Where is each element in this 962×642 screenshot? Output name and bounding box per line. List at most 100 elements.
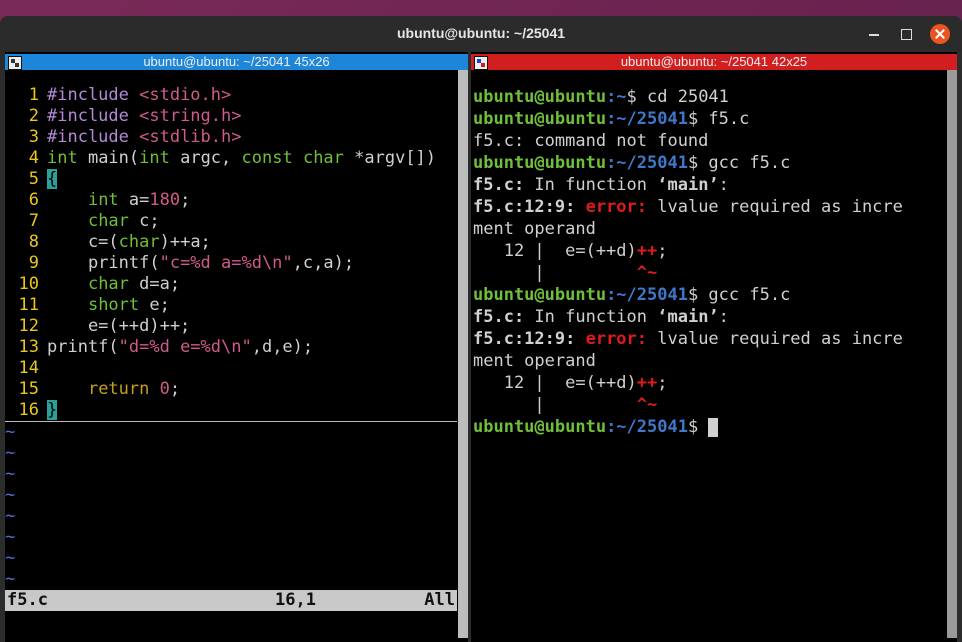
line-number: 7 bbox=[28, 211, 39, 231]
type: int bbox=[87, 190, 119, 210]
caret-gutter: | bbox=[473, 263, 637, 283]
code-line: 12 e=(++d)++; bbox=[5, 316, 457, 337]
code-line: 13 printf("d=%d e=%d\n",d,e); bbox=[5, 337, 457, 358]
code-line: 4 int main(int argc, const char *argv[]) bbox=[5, 148, 457, 169]
output-line: | ^~ bbox=[473, 394, 943, 416]
output-line: f5.c:12:9: error: lvalue required as inc… bbox=[473, 328, 943, 350]
terminal-cursor bbox=[708, 417, 719, 437]
left-terminal-pane[interactable]: ubuntu@ubuntu: ~/25041 45x26 1 #include <… bbox=[5, 52, 468, 642]
header-name: <stdlib.h> bbox=[139, 127, 242, 147]
error-location: f5.c:12:9: bbox=[473, 197, 576, 217]
code-line: 15 return 0; bbox=[5, 379, 457, 400]
empty-line-tilde: ~ bbox=[5, 569, 16, 589]
output-line: f5.c: command not found bbox=[473, 131, 709, 151]
code-text: argc, bbox=[169, 148, 242, 168]
output-line: f5.c: In function ‘main’: bbox=[473, 306, 943, 328]
line-number: 13 bbox=[18, 337, 39, 357]
code-line-current: 16} bbox=[5, 400, 457, 422]
error-message: lvalue required as incre bbox=[647, 329, 903, 349]
source-highlight: ++ bbox=[636, 241, 658, 261]
keyword: return bbox=[87, 379, 150, 399]
diag-text: In function bbox=[524, 307, 658, 327]
command: $ bbox=[687, 417, 709, 437]
right-terminal-pane[interactable]: ubuntu@ubuntu: ~/25041 42x25 ubuntu@ubun… bbox=[471, 52, 957, 642]
code-line: 1 #include <stdio.h> bbox=[5, 85, 457, 106]
string: "d=%d e=%d\n" bbox=[118, 337, 252, 357]
caret-marker: ^~ bbox=[636, 263, 658, 283]
window-title: ubuntu@ubuntu: ~/25041 bbox=[396, 25, 566, 41]
code-text: *argv[]) bbox=[343, 148, 437, 168]
prompt-path: :~ bbox=[606, 87, 627, 107]
line-number: 1 bbox=[28, 85, 39, 105]
caret-marker: ^~ bbox=[636, 395, 658, 415]
source-highlight: ++ bbox=[636, 373, 658, 393]
vim-status-line: f5.c 16,1 All bbox=[5, 590, 457, 611]
code-line: 11 short e; bbox=[5, 295, 457, 316]
code-line: 14 bbox=[5, 358, 457, 379]
code-text: ,c,a); bbox=[292, 253, 355, 273]
empty-line-tilde: ~ bbox=[5, 527, 16, 547]
error-location: f5.c:12:9: bbox=[473, 329, 576, 349]
left-pane-header[interactable]: ubuntu@ubuntu: ~/25041 45x26 bbox=[5, 54, 468, 70]
line-number: 9 bbox=[28, 253, 39, 273]
code-line: 6 int a=180; bbox=[5, 190, 457, 211]
code-text: e; bbox=[139, 295, 170, 315]
line-number: 8 bbox=[28, 232, 39, 252]
right-pane-header[interactable]: ubuntu@ubuntu: ~/25041 42x25 bbox=[471, 54, 957, 70]
line-number: 12 bbox=[18, 316, 39, 336]
prompt-user: ubuntu@ubuntu bbox=[473, 417, 607, 437]
type: char bbox=[87, 211, 129, 231]
error-label: error: bbox=[575, 329, 648, 349]
string: "c=%d a=%d\n" bbox=[159, 253, 293, 273]
status-scroll: All bbox=[424, 590, 455, 610]
empty-line-tilde: ~ bbox=[5, 422, 16, 442]
text-cursor: } bbox=[47, 400, 58, 420]
line-number: 11 bbox=[18, 295, 39, 315]
diag-file: f5.c: bbox=[473, 307, 525, 327]
code-text: ,d,e); bbox=[251, 337, 314, 357]
code-line: 3 #include <stdlib.h> bbox=[5, 127, 457, 148]
preproc: #include bbox=[47, 85, 140, 105]
line-number: 15 bbox=[18, 379, 39, 399]
split-icon[interactable] bbox=[8, 56, 22, 70]
split-icon[interactable] bbox=[474, 56, 488, 70]
output-line: f5.c:12:9: error: lvalue required as inc… bbox=[473, 196, 943, 218]
number: 180 bbox=[149, 190, 181, 210]
empty-line-tilde: ~ bbox=[5, 506, 16, 526]
close-button[interactable] bbox=[930, 24, 950, 44]
code-text: c=( bbox=[47, 232, 119, 252]
vim-editor[interactable]: 1 #include <stdio.h> 2 #include <string.h>… bbox=[5, 85, 457, 590]
brace-match: { bbox=[47, 169, 58, 189]
code-line: 8 c=(char)++a; bbox=[5, 232, 457, 253]
code-text: ; bbox=[169, 379, 181, 399]
right-scrollbar[interactable] bbox=[947, 70, 957, 638]
output-line: | ^~ bbox=[473, 262, 943, 284]
empty-line-tilde: ~ bbox=[5, 443, 16, 463]
source-snippet: 12 | e=(++d) bbox=[473, 373, 637, 393]
diag-text: : bbox=[718, 307, 729, 327]
empty-line-tilde: ~ bbox=[5, 485, 16, 505]
terminal-window: ubuntu@ubuntu: ~/25041 ubuntu@ubuntu: ~/… bbox=[0, 16, 962, 642]
diag-file: f5.c: bbox=[473, 175, 525, 195]
error-message: lvalue required as incre bbox=[647, 197, 903, 217]
code-line: 2 #include <string.h> bbox=[5, 106, 457, 127]
line-number: 6 bbox=[28, 190, 39, 210]
right-pane-title: ubuntu@ubuntu: ~/25041 42x25 bbox=[620, 54, 808, 69]
status-cursor-position: 16,1 bbox=[275, 590, 316, 610]
prompt-user: ubuntu@ubuntu bbox=[473, 153, 607, 173]
type: char bbox=[302, 148, 344, 168]
preproc: #include bbox=[47, 106, 140, 126]
code-text: d=a; bbox=[128, 274, 181, 294]
left-scrollbar[interactable] bbox=[458, 70, 468, 638]
prompt-path: :~/25041 bbox=[606, 285, 688, 305]
prompt-user: ubuntu@ubuntu bbox=[473, 109, 607, 129]
prompt-line-active[interactable]: ubuntu@ubuntu:~/25041$ bbox=[473, 416, 943, 438]
shell-output[interactable]: ubuntu@ubuntu:~$ cd 25041 ubuntu@ubuntu:… bbox=[473, 86, 943, 438]
diag-text: In function bbox=[524, 175, 658, 195]
maximize-button[interactable] bbox=[898, 26, 914, 42]
minimize-button[interactable] bbox=[866, 26, 882, 42]
prompt-line: ubuntu@ubuntu:~$ cd 25041 bbox=[473, 86, 943, 108]
